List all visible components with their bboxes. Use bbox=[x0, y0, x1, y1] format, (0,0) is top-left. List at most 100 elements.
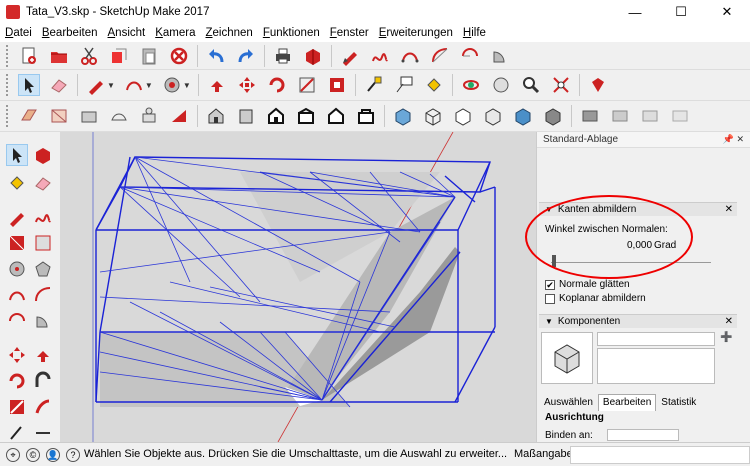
soften-coplanar-checkbox[interactable] bbox=[545, 294, 555, 304]
delete-icon[interactable] bbox=[168, 45, 190, 67]
glue-to-dropdown[interactable] bbox=[607, 429, 679, 441]
style-icon-3[interactable] bbox=[639, 105, 661, 127]
close-panel-icon[interactable]: ✕ bbox=[725, 204, 733, 215]
paint-bucket-icon[interactable] bbox=[6, 172, 28, 194]
ruby-icon[interactable] bbox=[587, 74, 609, 96]
shape-icon[interactable] bbox=[161, 74, 183, 96]
soften-edges-panel-header[interactable]: ▼ Kanten abmildern ✕ bbox=[539, 202, 737, 216]
measurements-input[interactable] bbox=[570, 446, 750, 464]
flip-edge-icon[interactable] bbox=[168, 105, 190, 127]
views-back-icon[interactable] bbox=[325, 105, 347, 127]
views-right-icon[interactable] bbox=[295, 105, 317, 127]
views-left-icon[interactable] bbox=[355, 105, 377, 127]
views-front-icon[interactable] bbox=[265, 105, 287, 127]
components-panel-header[interactable]: ▼ Komponenten ✕ bbox=[539, 314, 737, 328]
line-icon[interactable] bbox=[6, 206, 28, 228]
style-icon-4[interactable] bbox=[669, 105, 691, 127]
menu-zeichnen[interactable]: Zeichnen bbox=[201, 27, 258, 39]
push-pull-icon[interactable] bbox=[32, 344, 54, 366]
tab-auswaehlen[interactable]: Auswählen bbox=[539, 394, 598, 411]
angle-slider-thumb[interactable] bbox=[552, 255, 556, 267]
model-info-icon[interactable] bbox=[302, 45, 324, 67]
rotated-rectangle-icon[interactable] bbox=[32, 232, 54, 254]
scale-icon[interactable] bbox=[6, 396, 28, 418]
component-details-icon[interactable]: ➕ bbox=[720, 332, 732, 343]
menu-datei[interactable]: Datei bbox=[0, 27, 37, 39]
views-iso-icon[interactable] bbox=[205, 105, 227, 127]
tape-measure-icon[interactable] bbox=[363, 74, 385, 96]
style-icon-1[interactable] bbox=[579, 105, 601, 127]
undo-icon[interactable] bbox=[205, 45, 227, 67]
zoom-icon[interactable] bbox=[520, 74, 542, 96]
views-top-icon[interactable] bbox=[235, 105, 257, 127]
minimize-button[interactable]: — bbox=[612, 0, 658, 24]
line-icon[interactable] bbox=[85, 74, 107, 96]
print-icon[interactable] bbox=[272, 45, 294, 67]
section-fill-icon[interactable] bbox=[78, 105, 100, 127]
push-pull-icon[interactable] bbox=[206, 74, 228, 96]
collapse-triangle-icon[interactable]: ▼ bbox=[545, 317, 553, 326]
tab-statistik[interactable]: Statistik bbox=[656, 394, 701, 411]
user-icon[interactable]: 👤 bbox=[46, 447, 60, 462]
pie-icon[interactable] bbox=[489, 45, 511, 67]
toolbar-grip[interactable] bbox=[6, 44, 10, 67]
paint-bucket-icon[interactable] bbox=[423, 74, 445, 96]
hidden-line-icon[interactable] bbox=[452, 105, 474, 127]
menu-kamera[interactable]: Kamera bbox=[150, 27, 200, 39]
freehand-icon[interactable] bbox=[32, 206, 54, 228]
menu-erweiterungen[interactable]: Erweiterungen bbox=[374, 27, 458, 39]
tab-bearbeiten[interactable]: Bearbeiten bbox=[597, 394, 657, 411]
freehand-icon[interactable] bbox=[369, 45, 391, 67]
copy-icon[interactable] bbox=[108, 45, 130, 67]
circle-icon[interactable] bbox=[6, 258, 28, 280]
section-cut-icon[interactable] bbox=[48, 105, 70, 127]
three-point-arc-icon[interactable] bbox=[459, 45, 481, 67]
open-folder-icon[interactable] bbox=[48, 45, 70, 67]
paste-icon[interactable] bbox=[138, 45, 160, 67]
menu-funktionen[interactable]: Funktionen bbox=[258, 27, 325, 39]
component-name-field[interactable] bbox=[597, 332, 715, 346]
angle-slider-track[interactable] bbox=[551, 262, 711, 263]
tray-scrollbar[interactable] bbox=[740, 148, 750, 442]
select-icon[interactable] bbox=[6, 144, 28, 166]
cut-icon[interactable] bbox=[78, 45, 100, 67]
shaded-texture-icon[interactable] bbox=[512, 105, 534, 127]
shaded-icon[interactable] bbox=[482, 105, 504, 127]
credits-icon[interactable]: © bbox=[26, 447, 40, 462]
move-icon[interactable] bbox=[236, 74, 258, 96]
collapse-triangle-icon[interactable]: ▼ bbox=[545, 205, 553, 214]
drawing-area[interactable] bbox=[60, 132, 536, 442]
monochrome-icon[interactable] bbox=[542, 105, 564, 127]
rotate-icon[interactable] bbox=[266, 74, 288, 96]
two-point-arc-icon[interactable] bbox=[429, 45, 451, 67]
zoom-extents-icon[interactable] bbox=[550, 74, 572, 96]
move-icon[interactable] bbox=[6, 344, 28, 366]
smooth-normals-checkbox[interactable]: ✔ bbox=[545, 280, 555, 290]
make-component-icon[interactable] bbox=[32, 144, 54, 166]
three-point-arc-icon[interactable] bbox=[6, 310, 28, 332]
two-point-arc-icon[interactable] bbox=[32, 284, 54, 306]
toolbar-grip[interactable] bbox=[6, 105, 10, 127]
follow-me-icon[interactable] bbox=[32, 370, 54, 392]
stamp-icon[interactable] bbox=[138, 105, 160, 127]
wireframe-icon[interactable] bbox=[422, 105, 444, 127]
style-icon-2[interactable] bbox=[609, 105, 631, 127]
component-description-field[interactable] bbox=[597, 348, 715, 384]
pie-icon[interactable] bbox=[32, 310, 54, 332]
shape-dropdown-caret[interactable]: ▼ bbox=[183, 81, 191, 90]
line-dropdown-caret[interactable]: ▼ bbox=[107, 81, 115, 90]
rectangle-icon[interactable] bbox=[6, 232, 28, 254]
close-panel-icon[interactable]: ✕ bbox=[725, 316, 733, 327]
offset-icon[interactable] bbox=[326, 74, 348, 96]
menu-fenster[interactable]: Fenster bbox=[325, 27, 374, 39]
sandbox-icon[interactable] bbox=[108, 105, 130, 127]
geolocation-icon[interactable]: ⌖ bbox=[6, 447, 20, 462]
scale-icon[interactable] bbox=[296, 74, 318, 96]
text-icon[interactable] bbox=[393, 74, 415, 96]
select-icon[interactable] bbox=[18, 74, 40, 96]
close-button[interactable]: ✕ bbox=[704, 0, 750, 24]
redo-icon[interactable] bbox=[235, 45, 257, 67]
section-plane-icon[interactable] bbox=[18, 105, 40, 127]
eraser-icon[interactable] bbox=[32, 172, 54, 194]
pan-icon[interactable] bbox=[490, 74, 512, 96]
